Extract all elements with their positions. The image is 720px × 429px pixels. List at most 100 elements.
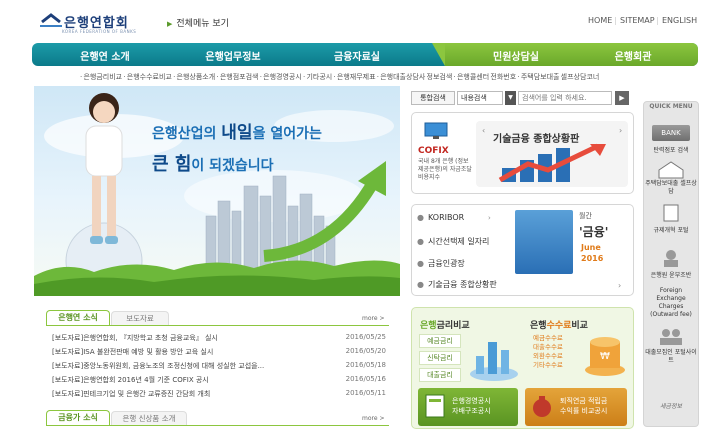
news-row[interactable]: [보도자료]은행연합회, 『지방학교 초청 금융교육』 실시 2016/05/25 xyxy=(52,333,392,345)
quick-banker[interactable]: 은행원 윤부조반 xyxy=(645,272,697,280)
fee-compare-mid: 수수료 xyxy=(546,321,572,331)
hero-headline-1-prefix: 은행산업의 xyxy=(152,126,222,142)
hero-headline-2-emphasis: 큰 힘 xyxy=(152,154,192,175)
chevron-left-icon[interactable]: ‹ xyxy=(482,126,485,135)
link-tech-finance[interactable]: ● 기술금융 종합상황판 xyxy=(417,279,497,290)
bullet-icon: ● xyxy=(417,259,424,268)
magazine-title[interactable]: '금융' xyxy=(579,223,608,240)
nav-item-bank-info[interactable]: 은행업무정보 xyxy=(178,48,288,63)
search-label: 통합검색 xyxy=(411,91,455,105)
all-menu-label: 전체메뉴 보기 xyxy=(176,19,229,29)
search-input[interactable] xyxy=(518,91,612,105)
triangle-icon: ▶ xyxy=(167,20,173,28)
pension-line-2: 수익률 비교공시 xyxy=(560,407,608,415)
news-title[interactable]: [보도자료]은행연합회, 『지방학교 초청 금융교육』 실시 xyxy=(52,333,332,343)
house-icon xyxy=(658,161,684,179)
sitemap-link[interactable]: SITEMAP xyxy=(620,16,655,25)
chevron-down-icon[interactable]: ▼ xyxy=(505,91,516,105)
people-icon xyxy=(660,329,682,345)
tab-kfb-news[interactable]: 은행연 소식 xyxy=(46,310,110,326)
nav-item-civil-service[interactable]: 민원상담실 xyxy=(461,48,571,63)
loan-rate-button[interactable]: 대출금리 xyxy=(419,368,461,382)
news-row[interactable]: [보도자료]핀테크기업 및 은행간 교류증진 간담회 개최 2016/05/11 xyxy=(52,389,392,401)
book-icon xyxy=(425,394,445,418)
nav-item-about[interactable]: 은행연 소개 xyxy=(50,48,160,63)
news-date: 2016/05/16 xyxy=(345,375,386,383)
trust-rate-button[interactable]: 신탁금리 xyxy=(419,351,461,365)
document-icon xyxy=(663,204,679,222)
nav-item-bank-hall[interactable]: 은행회관 xyxy=(578,48,688,63)
quick-regulation-portal[interactable]: 규제개혁 포털 xyxy=(645,227,697,235)
link-part-time-jobs-label: 시간선택제 일자리 xyxy=(427,237,490,246)
logo-icon[interactable] xyxy=(40,12,62,28)
magazine-cover[interactable] xyxy=(515,210,573,274)
news-row[interactable]: [보도자료]중앙노동위원회, 금융노조의 조정신청에 대해 성실한 교섭을...… xyxy=(52,361,392,373)
news-title[interactable]: [보도자료]ISA 불완전판매 예방 및 활용 방안 교육 실시 xyxy=(52,347,332,357)
divider: | xyxy=(656,16,659,25)
link-part-time-jobs[interactable]: ● 시간선택제 일자리 xyxy=(417,236,489,247)
magazine-issue-month: June xyxy=(581,243,601,252)
hero-headline-2-suffix: 이 되겠습니다 xyxy=(191,158,274,174)
nav-item-finance-data[interactable]: 금융자료실 xyxy=(302,48,412,63)
news-date: 2016/05/18 xyxy=(345,361,386,369)
link-tech-finance-label: 기술금융 종합상황판 xyxy=(427,280,497,289)
rate-chart-icon xyxy=(470,342,518,381)
tab-finance-news[interactable]: 금융가 소식 xyxy=(46,410,110,426)
fee-other[interactable]: 기타수수료 xyxy=(533,361,563,370)
pension-line-1: 퇴직연금 적립금 xyxy=(560,397,608,405)
quick-tax-info[interactable]: 세금정보 xyxy=(645,403,697,411)
news-row[interactable]: [보도자료]은행연합회 2016년 4월 기준 COFIX 공시 2016/05/… xyxy=(52,375,392,387)
home-link[interactable]: HOME xyxy=(588,16,612,25)
search-button[interactable]: ▶ xyxy=(615,91,629,105)
link-finance-square[interactable]: ● 금융인광장 xyxy=(417,258,465,269)
deposit-rate-button[interactable]: 예금금리 xyxy=(419,334,461,348)
news-title[interactable]: [보도자료]핀테크기업 및 은행간 교류증진 간담회 개최 xyxy=(52,389,332,399)
pension-banner-text: 퇴직연금 적립금수익률 비교공시 xyxy=(560,396,607,416)
quick-mortgage-consult[interactable]: 주택담보대출 셀프상담 xyxy=(645,180,697,196)
monitor-icon xyxy=(424,122,448,139)
link-finance-square-label: 금융인광장 xyxy=(427,259,465,268)
sub-nav[interactable]: · 은행금리비교 · 은행수수료비교 · 은행상품소개 · 은행점포검색 · 은… xyxy=(80,72,599,82)
bullet-icon: ● xyxy=(417,213,424,222)
news-title[interactable]: [보도자료]중앙노동위원회, 금융노조의 조정신청에 대해 성실한 교섭을... xyxy=(52,361,332,371)
quick-foreign-exchange[interactable]: Foreign Exchange Charges (Outward fee) xyxy=(645,287,697,319)
arrow-right-icon: › xyxy=(488,214,491,222)
news-row[interactable]: [보도자료]ISA 불완전판매 예방 및 활용 방안 교육 실시 2016/05/… xyxy=(52,347,392,359)
fee-fx[interactable]: 외환수수료 xyxy=(533,352,563,361)
all-menu-link[interactable]: ▶ 전체메뉴 보기 xyxy=(167,16,229,29)
rate-compare-heading[interactable]: 은행금리비교 xyxy=(420,318,470,331)
quick-loan-broker[interactable]: 대출모집인 포털사이트 xyxy=(645,349,697,365)
rate-compare-rest: 금리비교 xyxy=(436,321,470,331)
tab-new-products[interactable]: 은행 신상품 소개 xyxy=(111,411,187,426)
rate-compare-bold: 은행 xyxy=(420,321,437,331)
fee-list[interactable]: 예금수수료 대출수수료 외환수수료 기타수수료 xyxy=(533,334,563,370)
tab-divider xyxy=(46,325,389,326)
news-date: 2016/05/20 xyxy=(345,347,386,355)
english-link[interactable]: ENGLISH xyxy=(662,16,697,25)
person-icon xyxy=(664,250,678,267)
chevron-right-icon[interactable]: › xyxy=(618,281,621,290)
news-more-link[interactable]: more > xyxy=(362,315,384,322)
tab-divider xyxy=(46,425,389,426)
bullet-icon: ● xyxy=(417,280,424,289)
bullet-icon: ● xyxy=(417,237,424,246)
search-type-select[interactable]: 내용검색 xyxy=(457,91,503,105)
news-title[interactable]: [보도자료]은행연합회 2016년 4월 기준 COFIX 공시 xyxy=(52,375,332,385)
cofix-logo[interactable]: COFIX xyxy=(418,146,449,156)
logo-subtitle: KOREA FEDERATION OF BANKS xyxy=(62,29,137,34)
fee-loan[interactable]: 대출수수료 xyxy=(533,343,563,352)
bar-chart-icon xyxy=(498,143,606,183)
tab-press-release[interactable]: 보도자료 xyxy=(111,311,169,326)
hero-headline-1: 은행산업의 내일을 열어가는 xyxy=(152,118,322,143)
quick-branch-search[interactable]: 탄력점포 검색 xyxy=(645,147,697,155)
svg-text:₩: ₩ xyxy=(600,351,610,362)
news-date: 2016/05/25 xyxy=(345,333,386,341)
news-date: 2016/05/11 xyxy=(345,389,386,397)
chevron-right-icon[interactable]: › xyxy=(619,126,622,135)
fee-compare-heading[interactable]: 은행수수료비교 xyxy=(530,318,588,331)
finance-news-more-link[interactable]: more > xyxy=(362,415,384,422)
bank-icon[interactable]: BANK xyxy=(652,125,690,141)
link-koribor[interactable]: ● KORIBOR xyxy=(417,213,464,222)
fee-deposit[interactable]: 예금수수료 xyxy=(533,334,563,343)
divider: | xyxy=(614,16,617,25)
